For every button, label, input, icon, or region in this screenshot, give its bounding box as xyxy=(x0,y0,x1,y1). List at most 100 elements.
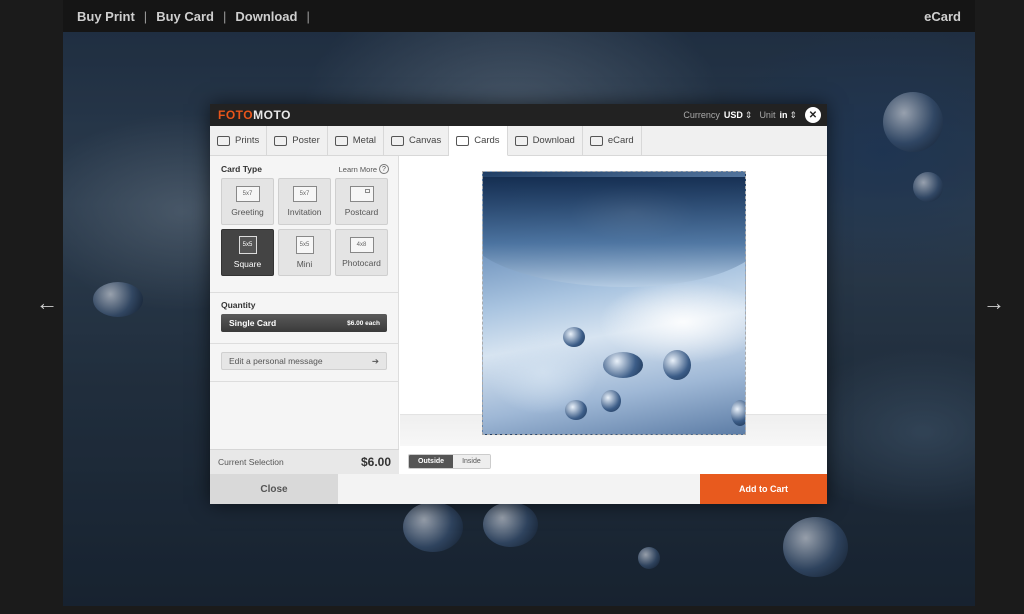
edit-message-label: Edit a personal message xyxy=(229,356,323,366)
square-card-icon: 5x5 xyxy=(238,236,257,254)
tab-ecard[interactable]: eCard xyxy=(583,126,642,155)
fotomoto-dialog: FOTOMOTO Currency USD ⇕ Unit in ⇕ ✕ Prin… xyxy=(210,104,827,504)
poster-icon xyxy=(274,135,288,146)
tab-canvas[interactable]: Canvas xyxy=(384,126,450,155)
tab-poster[interactable]: Poster xyxy=(267,126,328,155)
top-bar: Buy Print | Buy Card | Download | eCard xyxy=(63,0,975,32)
dialog-header: FOTOMOTO Currency USD ⇕ Unit in ⇕ ✕ xyxy=(210,104,827,126)
tab-label: Poster xyxy=(292,135,320,146)
water-drop xyxy=(563,327,585,347)
card-type-grid: 5x7 Greeting 5x7 Invitation Postcard 5x5… xyxy=(221,178,389,276)
quantity-title: Quantity xyxy=(221,300,256,310)
card-type-title: Card Type xyxy=(221,164,262,174)
card-option-postcard[interactable]: Postcard xyxy=(335,178,388,225)
card-option-label: Invitation xyxy=(287,207,322,217)
tab-label: Prints xyxy=(235,135,260,146)
prints-icon xyxy=(217,135,230,146)
edit-message-button[interactable]: Edit a personal message ➔ xyxy=(221,352,387,370)
next-arrow-icon[interactable]: → xyxy=(983,290,1005,316)
card-option-label: Mini xyxy=(296,259,313,269)
tab-label: Download xyxy=(532,135,575,146)
outside-toggle[interactable]: Outside xyxy=(409,455,454,468)
currency-label: Currency xyxy=(683,110,720,120)
quantity-value: Single Card xyxy=(229,318,277,328)
fotomoto-logo: FOTOMOTO xyxy=(218,108,291,122)
learn-more-link[interactable]: Learn More ? xyxy=(339,164,389,174)
tab-prints[interactable]: Prints xyxy=(210,126,268,155)
card-preview-image xyxy=(482,171,746,435)
inside-toggle[interactable]: Inside xyxy=(453,455,490,468)
dialog-footer: Close Add to Cart xyxy=(210,474,827,504)
water-drop xyxy=(663,350,691,380)
water-drop xyxy=(731,400,745,426)
ecard-icon xyxy=(589,135,603,146)
card-option-label: Square xyxy=(233,259,262,269)
current-selection-price: $6.00 xyxy=(360,455,391,469)
divider xyxy=(210,381,399,382)
divider xyxy=(210,292,399,293)
logo-part-moto: MOTO xyxy=(253,108,291,122)
ecard-link[interactable]: eCard xyxy=(924,9,961,24)
card-option-invitation[interactable]: 5x7 Invitation xyxy=(278,178,331,225)
unit-select[interactable]: in xyxy=(779,110,787,120)
top-nav: Buy Print | Buy Card | Download | xyxy=(77,9,319,24)
currency-updown-icon[interactable]: ⇕ xyxy=(745,110,753,121)
divider xyxy=(210,343,399,344)
nav-separator: | xyxy=(143,8,148,24)
download-link[interactable]: Download xyxy=(235,9,297,24)
add-to-cart-button[interactable]: Add to Cart xyxy=(700,474,827,504)
postcard-icon xyxy=(349,186,374,202)
cards-icon xyxy=(456,135,470,146)
buy-print-link[interactable]: Buy Print xyxy=(77,9,135,24)
tab-cards[interactable]: Cards xyxy=(449,126,508,156)
nav-separator: | xyxy=(306,8,310,24)
arrow-right-icon: ➔ xyxy=(371,355,379,366)
quantity-price: $6.00 each xyxy=(347,319,380,327)
currency-select[interactable]: USD xyxy=(724,110,743,120)
card-option-square[interactable]: 5x5 Square xyxy=(221,229,274,276)
prev-arrow-icon[interactable]: ← xyxy=(36,290,58,316)
tab-metal[interactable]: Metal xyxy=(328,126,384,155)
card-option-mini[interactable]: 5x5 Mini xyxy=(278,229,331,276)
canvas-icon xyxy=(391,135,404,146)
tab-label: eCard xyxy=(607,135,634,146)
close-icon[interactable]: ✕ xyxy=(805,107,821,123)
card-option-photocard[interactable]: 4x8 Photocard xyxy=(335,229,388,276)
metal-icon xyxy=(334,135,348,146)
card-option-greeting[interactable]: 5x7 Greeting xyxy=(221,178,274,225)
greeting-card-icon: 5x7 xyxy=(235,186,260,202)
mini-card-icon: 5x5 xyxy=(295,236,314,254)
card-type-header: Card Type Learn More ? xyxy=(221,164,389,174)
invitation-card-icon: 5x7 xyxy=(292,186,317,202)
tab-download[interactable]: Download xyxy=(508,126,583,155)
product-tabs: Prints Poster Metal Canvas Cards Downloa… xyxy=(210,126,827,156)
logo-part-foto: FOTO xyxy=(218,108,254,122)
tab-label: Canvas xyxy=(409,135,442,146)
outside-inside-toggle: Outside Inside xyxy=(408,454,491,469)
preview-panel: Outside Inside xyxy=(400,156,827,474)
card-preview-stage xyxy=(400,156,827,446)
current-selection-label: Current Selection xyxy=(218,457,284,467)
water-drop xyxy=(601,390,621,412)
quantity-select[interactable]: Single Card $6.00 each xyxy=(221,314,387,332)
close-button[interactable]: Close xyxy=(210,474,338,504)
card-option-label: Greeting xyxy=(231,207,264,217)
unit-label: Unit xyxy=(759,110,776,120)
learn-more-label: Learn More xyxy=(338,164,377,174)
card-option-label: Photocard xyxy=(342,258,381,268)
tab-label: Metal xyxy=(352,135,376,146)
unit-updown-icon[interactable]: ⇕ xyxy=(789,110,797,121)
download-icon xyxy=(514,135,528,146)
header-settings: Currency USD ⇕ Unit in ⇕ ✕ xyxy=(683,107,821,123)
water-drop xyxy=(603,352,643,378)
photocard-icon: 4x8 xyxy=(349,237,374,253)
footer-spacer xyxy=(338,474,700,504)
dialog-body: Card Type Learn More ? 5x7 Greeting 5x7 … xyxy=(210,156,827,474)
buy-card-link[interactable]: Buy Card xyxy=(156,9,214,24)
help-icon: ? xyxy=(379,164,389,174)
water-wave xyxy=(483,177,745,287)
options-panel: Card Type Learn More ? 5x7 Greeting 5x7 … xyxy=(210,156,399,474)
nav-separator: | xyxy=(222,8,227,24)
water-drop xyxy=(565,400,587,420)
card-option-label: Postcard xyxy=(344,207,379,217)
